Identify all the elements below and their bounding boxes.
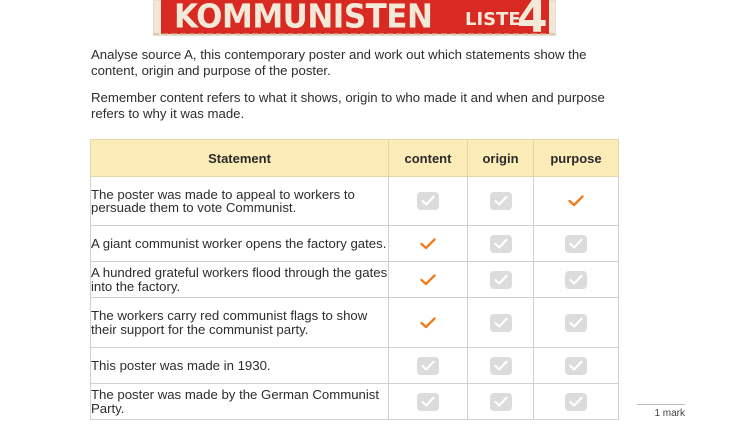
header-statement: Statement — [90, 139, 389, 177]
content-cell — [388, 297, 468, 348]
purpose-cell — [533, 261, 619, 298]
purpose-checkmark-icon[interactable] — [565, 192, 587, 210]
mark-label: 1 mark — [637, 404, 685, 419]
statement-cell: A giant communist worker opens the facto… — [90, 225, 389, 262]
purpose-checkbox-icon[interactable] — [565, 313, 587, 332]
table-row: The poster was made by the German Commun… — [90, 383, 619, 420]
content-cell — [388, 347, 468, 384]
origin-checkbox-icon[interactable] — [489, 313, 512, 332]
table-row: A giant communist worker opens the facto… — [90, 225, 619, 262]
instruction-hint: Remember content refers to what it shows… — [91, 90, 605, 121]
header-purpose: purpose — [533, 139, 619, 177]
content-checkbox-icon[interactable] — [417, 356, 439, 375]
purpose-cell — [533, 176, 619, 226]
poster-fine-print — [153, 33, 556, 35]
header-content: content — [388, 139, 468, 177]
content-checkmark-icon[interactable] — [417, 235, 439, 253]
purpose-cell — [533, 297, 619, 348]
statement-cell: The poster was made to appeal to workers… — [90, 176, 389, 226]
content-checkbox-icon[interactable] — [417, 192, 439, 210]
purpose-checkbox-icon[interactable] — [565, 270, 587, 289]
purpose-cell — [533, 383, 619, 420]
content-cell — [388, 383, 468, 420]
origin-cell — [467, 383, 534, 420]
table-header-row: Statement content origin purpose — [90, 139, 619, 177]
purpose-cell — [533, 347, 619, 384]
table-row: The poster was made to appeal to workers… — [90, 176, 619, 226]
origin-checkbox-icon[interactable] — [489, 270, 512, 289]
table-row: The workers carry red communist flags to… — [90, 297, 619, 348]
purpose-checkbox-icon[interactable] — [565, 234, 587, 253]
poster-liste: LISTE — [465, 9, 521, 30]
content-cell — [388, 261, 468, 298]
statement-cell: The workers carry red communist flags to… — [90, 297, 389, 348]
origin-checkbox-icon[interactable] — [489, 192, 512, 210]
statement-cell: A hundred grateful workers flood through… — [90, 261, 389, 298]
statement-cell: This poster was made in 1930. — [90, 347, 389, 384]
instruction-text: Analyse source A, this contemporary post… — [91, 47, 587, 78]
table-row: A hundred grateful workers flood through… — [90, 261, 619, 298]
classification-table: Statement content origin purpose The pos… — [90, 139, 619, 420]
origin-checkbox-icon[interactable] — [489, 356, 512, 375]
content-checkmark-icon[interactable] — [417, 314, 439, 332]
poster-number: 4 — [517, 0, 548, 36]
origin-cell — [467, 297, 534, 348]
poster-title: KOMMUNISTEN — [174, 0, 433, 36]
origin-cell — [467, 347, 534, 384]
content-cell — [388, 176, 468, 226]
content-checkmark-icon[interactable] — [417, 271, 439, 289]
table-row: This poster was made in 1930. — [90, 347, 619, 384]
source-poster-image: KOMMUNISTEN LISTE 4 — [153, 0, 556, 36]
content-checkbox-icon[interactable] — [417, 392, 439, 411]
purpose-checkbox-icon[interactable] — [565, 392, 587, 411]
origin-checkbox-icon[interactable] — [489, 234, 512, 253]
origin-cell — [467, 176, 534, 226]
origin-cell — [467, 261, 534, 298]
statement-cell: The poster was made by the German Commun… — [90, 383, 389, 420]
origin-cell — [467, 225, 534, 262]
header-origin: origin — [467, 139, 534, 177]
purpose-cell — [533, 225, 619, 262]
purpose-checkbox-icon[interactable] — [565, 356, 587, 375]
content-cell — [388, 225, 468, 262]
origin-checkbox-icon[interactable] — [489, 392, 512, 411]
